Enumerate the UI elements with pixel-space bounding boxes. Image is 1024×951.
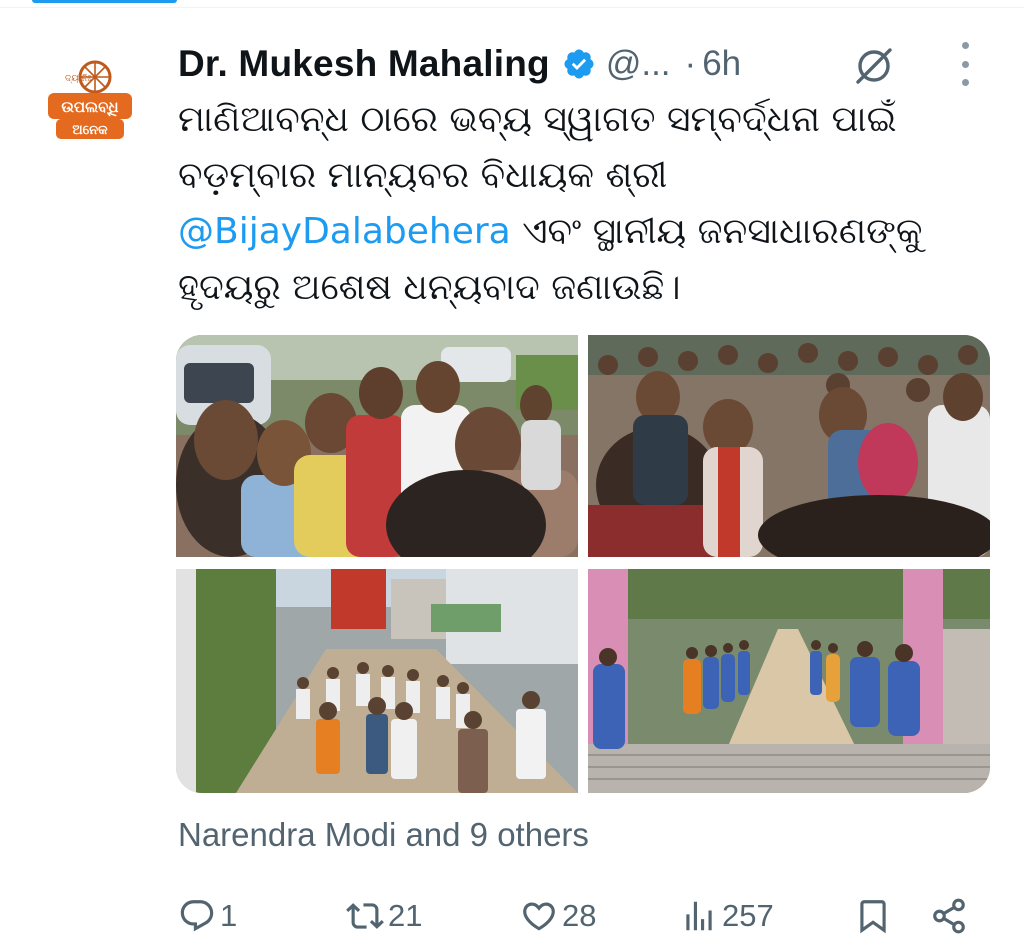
author-handle[interactable]: @...: [606, 44, 671, 84]
like-icon: [523, 902, 555, 931]
divider-line: [0, 7, 1024, 8]
verified-badge-icon[interactable]: [562, 47, 596, 81]
bookmark-button[interactable]: [854, 888, 896, 944]
share-icon: [933, 898, 965, 934]
crowd-greeting-photo[interactable]: [176, 335, 578, 557]
crowd-with-scarves-photo[interactable]: [588, 335, 990, 557]
more-icon[interactable]: [950, 42, 980, 86]
separator-dot: ·: [684, 44, 697, 83]
share-button[interactable]: [930, 888, 972, 944]
views-icon: [686, 901, 712, 931]
retweet-icon: [346, 903, 384, 929]
avatar-logo: ଦ୍ୟ ନିଃ ଉପଲବ୍ଧି ଅନେକ: [40, 55, 140, 155]
view-count: 257: [722, 898, 774, 933]
mention-link[interactable]: @BijayDalabehera: [178, 211, 511, 252]
media-grid: [176, 335, 990, 793]
avatar-logo-line3: ଅନେକ: [72, 123, 108, 138]
gate-welcome-line-photo[interactable]: [588, 569, 990, 793]
avatar-logo-line1: ଦ୍ୟ ନିଃ: [65, 73, 92, 84]
reply-count: 1: [220, 898, 238, 933]
views-button[interactable]: 257: [680, 888, 774, 944]
reply-button[interactable]: 1: [178, 888, 237, 944]
tweet-text: ମାଣିଆବନ୍ଧ ଠାରେ ଭବ୍ୟ ସ୍ୱାଗତ ସମ୍ବର୍ଦ୍ଧନା ପ…: [178, 92, 978, 316]
like-button[interactable]: 28: [520, 888, 596, 944]
reply-icon: [180, 900, 214, 932]
avatar[interactable]: ଦ୍ୟ ନିଃ ଉପଲବ୍ଧି ଅନେକ: [40, 55, 140, 155]
author-name[interactable]: Dr. Mukesh Mahaling: [178, 43, 550, 85]
avatar-logo-line2: ଉପଲବ୍ଧି: [61, 98, 118, 117]
tweet-header: Dr. Mukesh Mahaling @... · 6h: [178, 36, 741, 92]
bookmark-icon: [860, 900, 886, 934]
social-context[interactable]: Narendra Modi and 9 others: [178, 816, 589, 854]
street-procession-photo[interactable]: [176, 569, 578, 793]
retweet-button[interactable]: 21: [346, 888, 422, 944]
like-count: 28: [562, 898, 597, 933]
grok-icon[interactable]: [852, 44, 896, 88]
timestamp[interactable]: 6h: [702, 44, 741, 84]
active-tab-indicator: [32, 0, 177, 3]
top-divider: [0, 0, 1024, 10]
retweet-count: 21: [388, 898, 423, 933]
action-bar: 1 21 28 257: [178, 888, 978, 944]
tweet-text-part-1: ମାଣିଆବନ୍ଧ ଠାରେ ଭବ୍ୟ ସ୍ୱାଗତ ସମ୍ବର୍ଦ୍ଧନା ପ…: [178, 99, 897, 196]
